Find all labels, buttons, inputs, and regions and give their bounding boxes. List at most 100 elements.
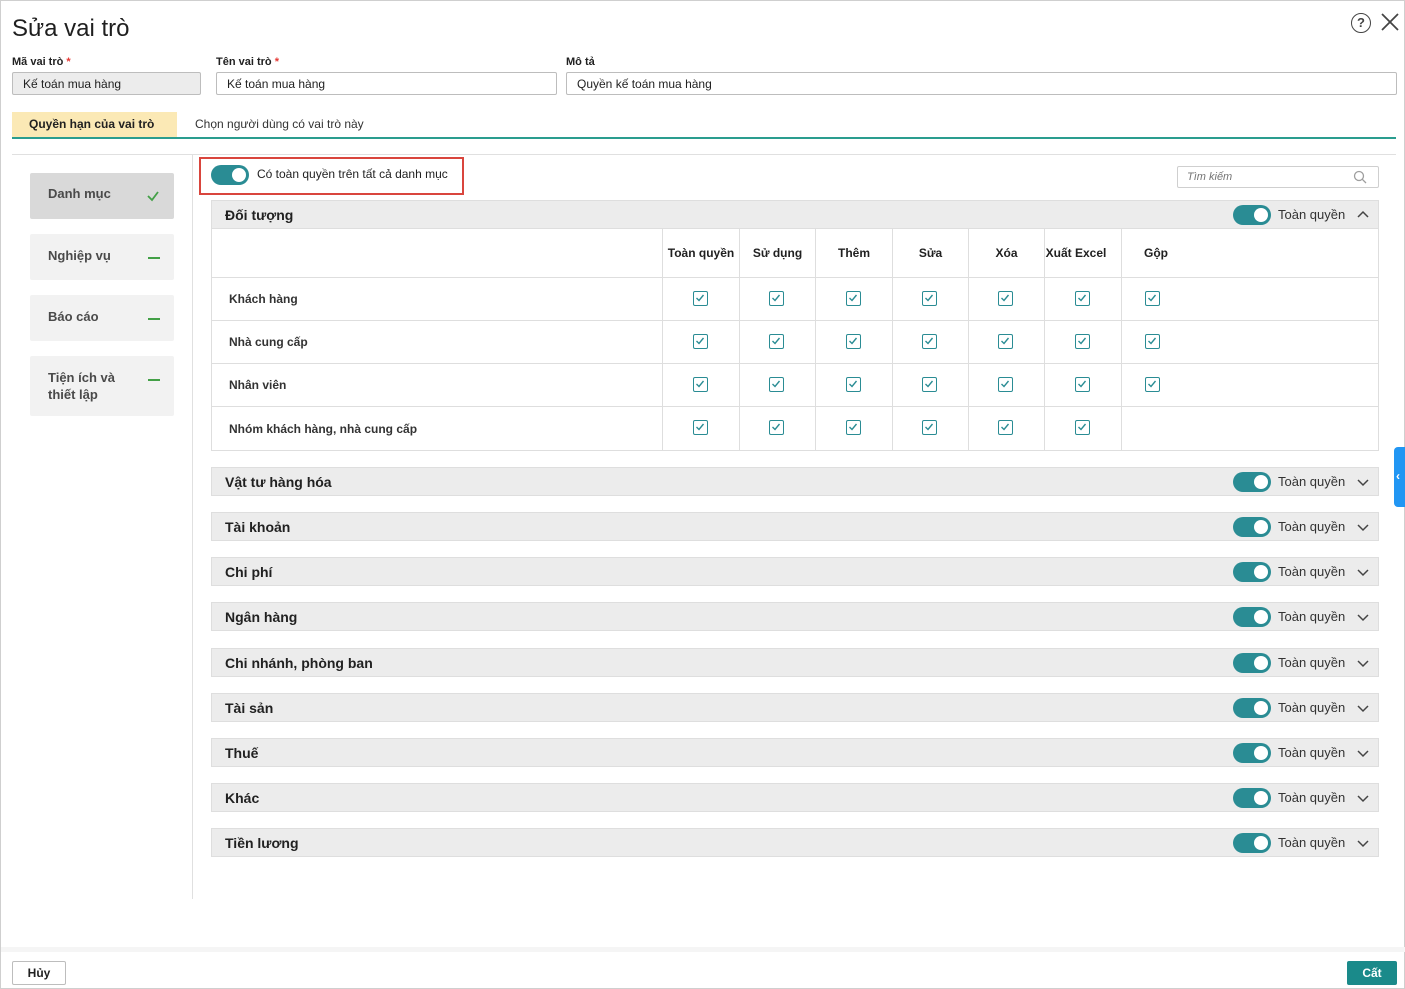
section-full-access-label: Toàn quyền (1278, 519, 1346, 534)
permission-checkbox[interactable] (1075, 420, 1090, 435)
section-header-materials[interactable]: Vật tư hàng hóa Toàn quyền (211, 467, 1379, 496)
section-full-access-label: Toàn quyền (1278, 564, 1346, 579)
section-header-objects[interactable]: Đối tượng Toàn quyền (211, 200, 1379, 229)
divider (12, 154, 1396, 155)
sidebar-item-reports[interactable]: Báo cáo (30, 295, 174, 341)
tab-select-users[interactable]: Chọn người dùng có vai trò này (178, 112, 381, 137)
section-full-access-toggle[interactable] (1233, 698, 1271, 718)
section-full-access-label: Toàn quyền (1278, 609, 1346, 624)
section-header-banks[interactable]: Ngân hàng Toàn quyền (211, 602, 1379, 631)
section-full-access-toggle[interactable] (1233, 205, 1271, 225)
row-name: Nhóm khách hàng, nhà cung cấp (229, 422, 418, 436)
close-icon[interactable] (1379, 11, 1401, 33)
permission-checkbox[interactable] (998, 291, 1013, 306)
permission-checkbox[interactable] (922, 291, 937, 306)
chevron-down-icon[interactable] (1357, 657, 1369, 669)
permission-checkbox[interactable] (998, 420, 1013, 435)
column-header-delete: Xóa (995, 246, 1018, 260)
section-header-accounts[interactable]: Tài khoản Toàn quyền (211, 512, 1379, 541)
save-button[interactable]: Cất (1347, 961, 1397, 985)
chevron-down-icon[interactable] (1357, 566, 1369, 578)
search-input[interactable] (1177, 166, 1379, 188)
permission-checkbox[interactable] (1075, 334, 1090, 349)
section-full-access-label: Toàn quyền (1278, 474, 1346, 489)
section-header-assets[interactable]: Tài sản Toàn quyền (211, 693, 1379, 722)
section-full-access-toggle[interactable] (1233, 607, 1271, 627)
section-full-access-label: Toàn quyền (1278, 835, 1346, 850)
permission-checkbox[interactable] (846, 377, 861, 392)
permission-checkbox[interactable] (1075, 291, 1090, 306)
tab-bar: Quyền hạn của vai trò Chọn người dùng có… (12, 112, 1396, 139)
section-full-access-toggle[interactable] (1233, 743, 1271, 763)
row-divider (212, 320, 1378, 321)
chevron-down-icon[interactable] (1357, 792, 1369, 804)
section-header-expenses[interactable]: Chi phí Toàn quyền (211, 557, 1379, 586)
section-title: Khác (225, 790, 260, 806)
column-header-add: Thêm (837, 246, 870, 260)
section-title: Tài khoản (225, 519, 291, 535)
sidebar-item-operations[interactable]: Nghiệp vụ (30, 234, 174, 280)
chevron-left-icon: ‹ (1396, 469, 1400, 483)
permission-checkbox[interactable] (769, 377, 784, 392)
master-toggle-label: Có toàn quyền trên tất cả danh mục (257, 167, 448, 181)
permission-checkbox[interactable] (998, 334, 1013, 349)
search-icon[interactable] (1353, 170, 1367, 184)
section-header-branches[interactable]: Chi nhánh, phòng ban Toàn quyền (211, 648, 1379, 677)
section-full-access-toggle[interactable] (1233, 833, 1271, 853)
section-full-access-label: Toàn quyền (1278, 207, 1346, 222)
sidebar-item-utilities[interactable]: Tiện ích và thiết lập (30, 356, 174, 416)
column-header-edit: Sửa (918, 246, 943, 260)
permission-checkbox[interactable] (846, 420, 861, 435)
chevron-down-icon[interactable] (1357, 702, 1369, 714)
description-field[interactable] (566, 72, 1397, 95)
master-toggle-switch[interactable] (211, 165, 249, 185)
permission-checkbox[interactable] (693, 291, 708, 306)
chevron-down-icon[interactable] (1357, 476, 1369, 488)
section-full-access-toggle[interactable] (1233, 472, 1271, 492)
permission-checkbox[interactable] (846, 334, 861, 349)
permission-checkbox[interactable] (922, 334, 937, 349)
section-header-tax[interactable]: Thuế Toàn quyền (211, 738, 1379, 767)
sidebar-divider (192, 154, 193, 899)
section-full-access-toggle[interactable] (1233, 517, 1271, 537)
permission-checkbox[interactable] (1145, 377, 1160, 392)
chevron-down-icon[interactable] (1357, 521, 1369, 533)
permission-checkbox[interactable] (693, 334, 708, 349)
column-header-merge: Gộp (1144, 246, 1168, 260)
row-divider (212, 277, 1378, 278)
side-panel-handle[interactable]: ‹ (1394, 447, 1405, 507)
row-name: Khách hàng (229, 292, 298, 306)
column-header-full: Toàn quyền (667, 246, 735, 260)
section-full-access-toggle[interactable] (1233, 788, 1271, 808)
role-code-field[interactable] (12, 72, 201, 95)
chevron-down-icon[interactable] (1357, 747, 1369, 759)
section-header-other[interactable]: Khác Toàn quyền (211, 783, 1379, 812)
chevron-down-icon[interactable] (1357, 611, 1369, 623)
permission-checkbox[interactable] (693, 420, 708, 435)
section-title: Thuế (225, 745, 259, 761)
permission-checkbox[interactable] (693, 377, 708, 392)
section-title: Chi phí (225, 564, 273, 580)
permission-checkbox[interactable] (998, 377, 1013, 392)
row-divider (212, 363, 1378, 364)
permission-checkbox[interactable] (1075, 377, 1090, 392)
permission-checkbox[interactable] (922, 420, 937, 435)
section-header-payroll[interactable]: Tiền lương Toàn quyền (211, 828, 1379, 857)
chevron-down-icon[interactable] (1357, 837, 1369, 849)
permission-checkbox[interactable] (769, 420, 784, 435)
permission-checkbox[interactable] (769, 291, 784, 306)
help-icon[interactable]: ? (1351, 13, 1371, 33)
section-full-access-toggle[interactable] (1233, 653, 1271, 673)
permission-checkbox[interactable] (922, 377, 937, 392)
sidebar-item-catalog[interactable]: Danh mục (30, 173, 174, 219)
chevron-up-icon[interactable] (1357, 209, 1369, 221)
permission-checkbox[interactable] (1145, 291, 1160, 306)
permission-checkbox[interactable] (846, 291, 861, 306)
role-name-field[interactable] (216, 72, 557, 95)
cancel-button[interactable]: Hủy (12, 961, 66, 985)
tab-role-permissions[interactable]: Quyền hạn của vai trò (12, 112, 177, 137)
sidebar-item-label: Danh mục (48, 186, 111, 201)
permission-checkbox[interactable] (1145, 334, 1160, 349)
permission-checkbox[interactable] (769, 334, 784, 349)
section-full-access-toggle[interactable] (1233, 562, 1271, 582)
